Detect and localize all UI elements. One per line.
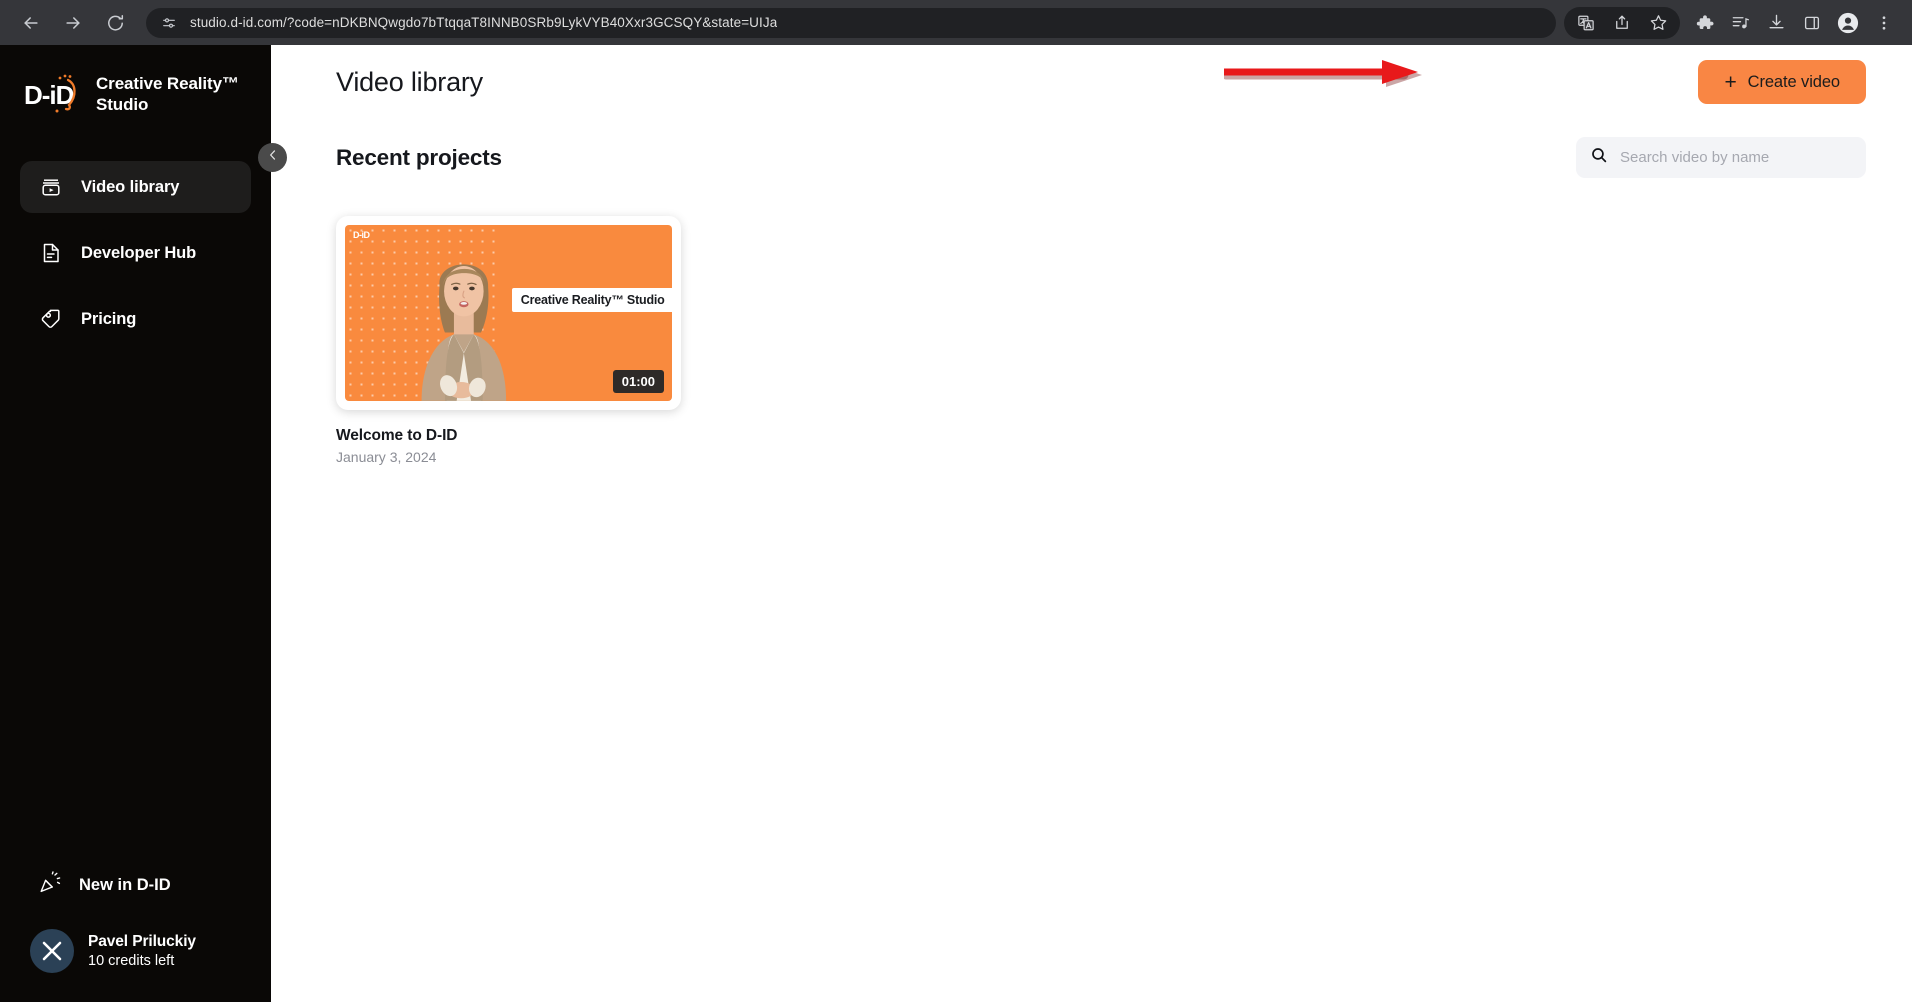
brand-title: Creative Reality™ Studio xyxy=(96,73,239,116)
user-profile-row[interactable]: Pavel Priluckiy 10 credits left xyxy=(20,922,251,980)
sidebar-item-video-library[interactable]: Video library xyxy=(20,161,251,213)
chevron-left-icon xyxy=(266,148,280,167)
presenter-image xyxy=(421,264,506,401)
search-video-box[interactable] xyxy=(1576,137,1866,178)
reload-button[interactable] xyxy=(98,6,132,40)
sidebar-item-pricing[interactable]: Pricing xyxy=(20,293,251,345)
thumbnail-caption: Creative Reality™ Studio xyxy=(511,288,672,313)
address-bar-url: studio.d-id.com/?code=nDKBNQwgdo7bTtqqaT… xyxy=(190,15,778,30)
brand-title-line1: Creative Reality™ xyxy=(96,73,239,93)
tune-icon[interactable] xyxy=(158,12,180,34)
avatar xyxy=(30,929,74,973)
project-thumbnail-frame[interactable]: D-iD Creative Reality™ Studio 01:00 xyxy=(336,216,681,410)
sidebar-footer: New in D-ID Pavel Priluckiy 10 credits l… xyxy=(0,860,271,1002)
party-popper-icon xyxy=(38,870,62,900)
browser-toolbar-actions xyxy=(1564,6,1902,39)
translate-icon[interactable] xyxy=(1571,8,1601,38)
sidebar-collapse-button[interactable] xyxy=(258,143,287,172)
share-icon[interactable] xyxy=(1607,8,1637,38)
section-title: Recent projects xyxy=(336,144,502,170)
bookmark-star-icon[interactable] xyxy=(1643,8,1673,38)
whats-new-label: New in D-ID xyxy=(79,875,171,894)
main-topbar: Video library + Create video xyxy=(271,45,1912,119)
search-icon xyxy=(1590,146,1608,169)
back-button[interactable] xyxy=(14,6,48,40)
page-actions-group xyxy=(1564,6,1680,39)
profile-avatar-icon[interactable] xyxy=(1833,8,1863,38)
sidebar-item-label: Developer Hub xyxy=(81,243,197,262)
brand-title-line2: Studio xyxy=(96,95,149,114)
address-bar[interactable]: studio.d-id.com/?code=nDKBNQwgdo7bTtqqaT… xyxy=(146,7,1556,38)
media-playlist-icon[interactable] xyxy=(1725,8,1755,38)
user-meta: Pavel Priluckiy 10 credits left xyxy=(88,933,196,969)
project-thumbnail: D-iD Creative Reality™ Studio 01:00 xyxy=(345,225,672,401)
plus-icon: + xyxy=(1724,70,1737,94)
sidebar-item-label: Video library xyxy=(81,177,180,196)
sidebar-item-label: Pricing xyxy=(81,309,137,328)
create-video-label: Create video xyxy=(1747,72,1840,91)
user-name: Pavel Priluckiy xyxy=(88,933,196,950)
sidebar-item-developer-hub[interactable]: Developer Hub xyxy=(20,227,251,279)
project-date: January 3, 2024 xyxy=(336,449,437,465)
create-video-button[interactable]: + Create video xyxy=(1698,60,1866,104)
recent-projects-header: Recent projects xyxy=(271,119,1912,178)
video-library-icon xyxy=(38,174,64,200)
d-id-logo: D-iD xyxy=(24,71,82,117)
browser-toolbar: studio.d-id.com/?code=nDKBNQwgdo7bTtqqaT… xyxy=(0,0,1912,45)
download-icon[interactable] xyxy=(1761,8,1791,38)
document-icon xyxy=(38,240,64,266)
brand-header[interactable]: D-iD Creative Reality™ Studio xyxy=(0,45,271,117)
whats-new-button[interactable]: New in D-ID xyxy=(20,860,251,910)
projects-grid: D-iD Creative Reality™ Studio 01:00 Welc… xyxy=(271,178,1912,465)
project-title: Welcome to D-ID xyxy=(336,427,458,444)
svg-text:D-iD: D-iD xyxy=(24,80,74,110)
sidebar: D-iD Creative Reality™ Studio Video libr… xyxy=(0,45,271,1002)
search-input[interactable] xyxy=(1620,149,1852,166)
kebab-menu-icon[interactable] xyxy=(1869,8,1899,38)
extensions-puzzle-icon[interactable] xyxy=(1689,8,1719,38)
video-duration-badge: 01:00 xyxy=(612,370,664,393)
main-content: Video library + Create video Recent proj… xyxy=(271,45,1912,1002)
side-panel-icon[interactable] xyxy=(1797,8,1827,38)
project-card[interactable]: D-iD Creative Reality™ Studio 01:00 Welc… xyxy=(336,216,681,465)
sidebar-nav: Video library Developer Hub Pricing xyxy=(0,161,271,345)
page-title: Video library xyxy=(336,66,483,97)
forward-button[interactable] xyxy=(56,6,90,40)
thumbnail-watermark-logo: D-iD xyxy=(353,230,370,240)
price-tag-icon xyxy=(38,306,64,332)
user-credits: 10 credits left xyxy=(88,953,175,969)
